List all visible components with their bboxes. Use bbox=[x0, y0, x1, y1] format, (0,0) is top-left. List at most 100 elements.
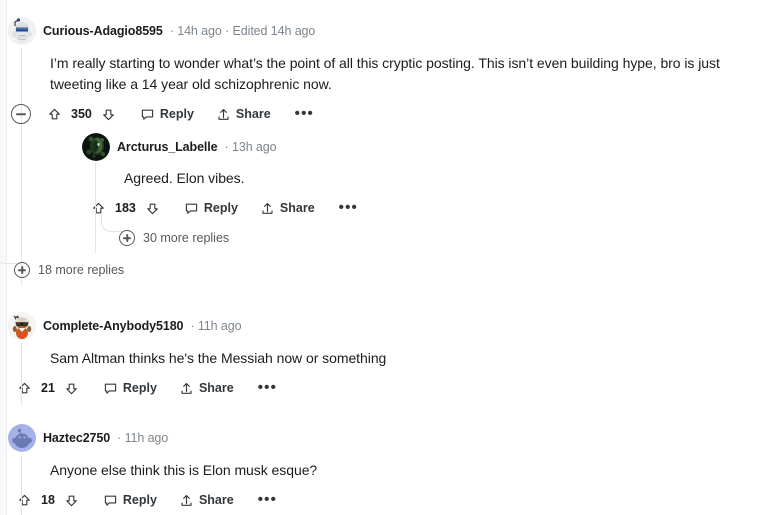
reply-button[interactable]: Reply bbox=[97, 489, 163, 512]
comment-timestamp: 11h ago bbox=[124, 431, 169, 445]
astronaut-snoo-avatar[interactable] bbox=[8, 17, 36, 45]
comment-meta: · 11h ago bbox=[190, 319, 241, 333]
comment-timestamp: 14h ago bbox=[177, 24, 222, 38]
thread-line[interactable] bbox=[21, 455, 22, 515]
vote-score: 21 bbox=[41, 381, 55, 395]
collapse-minus-icon[interactable] bbox=[11, 104, 31, 124]
nested-reply-container: Arcturus_Labelle · 13h ago Agreed. Elon … bbox=[50, 131, 774, 253]
more-replies-row[interactable]: 18 more replies bbox=[0, 255, 774, 285]
meta-separator-2: · bbox=[225, 24, 230, 38]
comment-header: Complete-Anybody5180 · 11h ago bbox=[8, 309, 774, 343]
comment-author[interactable]: Complete-Anybody5180 bbox=[43, 319, 184, 333]
thread-elbow-connector bbox=[0, 246, 17, 264]
comment-meta: · 14h ago · Edited 14h ago bbox=[169, 24, 316, 38]
downvote-arrow-icon[interactable] bbox=[98, 103, 120, 125]
expand-plus-icon[interactable] bbox=[14, 262, 30, 278]
comment-meta: · 11h ago bbox=[117, 431, 168, 445]
reply-body: Agreed. Elon vibes. 183 Reply Share ••• … bbox=[82, 163, 774, 253]
meta-separator: · bbox=[190, 319, 195, 333]
downvote-arrow-icon[interactable] bbox=[61, 489, 83, 511]
expand-plus-icon[interactable] bbox=[119, 230, 135, 246]
reply-author[interactable]: Arcturus_Labelle bbox=[117, 140, 218, 154]
upvote-arrow-icon[interactable] bbox=[13, 489, 35, 511]
share-arrow-icon bbox=[179, 381, 194, 396]
reply-label: Reply bbox=[159, 107, 194, 121]
vote-group: 183 bbox=[87, 197, 164, 219]
share-button[interactable]: Share bbox=[254, 197, 321, 220]
more-replies-label: 18 more replies bbox=[38, 263, 125, 277]
overflow-dots-icon[interactable]: ••• bbox=[331, 200, 366, 215]
reply-button[interactable]: Reply bbox=[178, 197, 244, 220]
vote-group: 350 bbox=[43, 103, 120, 125]
share-arrow-icon bbox=[179, 493, 194, 508]
comment-body: Anyone else think this is Elon musk esqu… bbox=[8, 455, 774, 515]
meta-separator: · bbox=[224, 140, 229, 154]
thread-line-nested[interactable] bbox=[95, 163, 96, 253]
overflow-dots-icon[interactable]: ••• bbox=[250, 492, 285, 507]
comment-bubble-icon bbox=[140, 107, 155, 122]
comment-thread-item: Haztec2750 · 11h ago Anyone else think t… bbox=[8, 405, 774, 515]
more-replies-label: 30 more replies bbox=[143, 231, 230, 245]
overflow-dots-icon[interactable]: ••• bbox=[287, 106, 322, 121]
vote-group: 18 bbox=[13, 489, 83, 511]
meta-separator: · bbox=[169, 24, 174, 38]
downvote-arrow-icon[interactable] bbox=[142, 197, 164, 219]
overflow-dots-icon[interactable]: ••• bbox=[250, 380, 285, 395]
default-snoo-avatar[interactable] bbox=[8, 424, 36, 452]
vote-score: 183 bbox=[115, 201, 136, 215]
comment-action-bar: 18 Reply Share ••• bbox=[13, 483, 774, 515]
thread-elbow-connector bbox=[101, 214, 123, 232]
reply-header: Arcturus_Labelle · 13h ago bbox=[82, 131, 774, 163]
comment-text: Anyone else think this is Elon musk esqu… bbox=[50, 462, 318, 478]
share-button[interactable]: Share bbox=[210, 103, 277, 126]
reply-action-bar: 183 Reply Share ••• bbox=[87, 191, 774, 225]
share-label: Share bbox=[198, 381, 234, 395]
sunglasses-snoo-avatar[interactable] bbox=[8, 312, 36, 340]
comment-header: Haztec2750 · 11h ago bbox=[8, 421, 774, 455]
reply-button[interactable]: Reply bbox=[134, 103, 200, 126]
comment-timestamp: 11h ago bbox=[197, 319, 242, 333]
downvote-arrow-icon[interactable] bbox=[61, 377, 83, 399]
reply-timestamp: 13h ago bbox=[231, 140, 277, 154]
thread-line[interactable] bbox=[21, 343, 22, 405]
comment-thread-item: Complete-Anybody5180 · 11h ago Sam Altma… bbox=[8, 285, 774, 405]
upvote-arrow-icon[interactable] bbox=[13, 377, 35, 399]
share-label: Share bbox=[198, 493, 234, 507]
comment-action-bar: 21 Reply Share ••• bbox=[13, 371, 774, 405]
dark-portrait-avatar[interactable] bbox=[82, 133, 110, 161]
comment-text: Sam Altman thinks he's the Messiah now o… bbox=[50, 350, 387, 366]
comment-body: Sam Altman thinks he's the Messiah now o… bbox=[8, 343, 774, 405]
comment-thread-item: Curious-Adagio8595 · 14h ago · Edited 14… bbox=[0, 0, 774, 285]
share-button[interactable]: Share bbox=[173, 489, 240, 512]
vote-group: 21 bbox=[13, 377, 83, 399]
upvote-arrow-icon[interactable] bbox=[43, 103, 65, 125]
vote-score: 350 bbox=[71, 107, 92, 121]
share-label: Share bbox=[235, 107, 271, 121]
comment-body: I’m really starting to wonder what’s the… bbox=[0, 48, 774, 285]
share-button[interactable]: Share bbox=[173, 377, 240, 400]
reply-label: Reply bbox=[203, 201, 238, 215]
comment-action-bar: 350 Reply Share ••• bbox=[8, 97, 774, 131]
share-arrow-icon bbox=[260, 201, 275, 216]
comment-bubble-icon bbox=[184, 201, 199, 216]
more-replies-row[interactable]: 30 more replies bbox=[101, 214, 774, 253]
comment-author[interactable]: Curious-Adagio8595 bbox=[43, 24, 163, 38]
reply-text: Agreed. Elon vibes. bbox=[124, 170, 245, 186]
reply-label: Reply bbox=[122, 381, 157, 395]
comment-thread-page: Curious-Adagio8595 · 14h ago · Edited 14… bbox=[0, 0, 774, 515]
comment-bubble-icon bbox=[103, 493, 118, 508]
comment-author[interactable]: Haztec2750 bbox=[43, 431, 110, 445]
share-label: Share bbox=[279, 201, 315, 215]
comment-thread-list: Curious-Adagio8595 · 14h ago · Edited 14… bbox=[0, 0, 774, 515]
comment-text: I’m really starting to wonder what’s the… bbox=[50, 55, 720, 92]
comment-header: Curious-Adagio8595 · 14h ago · Edited 14… bbox=[8, 14, 774, 48]
thread-line[interactable] bbox=[21, 48, 22, 285]
meta-separator: · bbox=[117, 431, 122, 445]
vote-score: 18 bbox=[41, 493, 55, 507]
reply-button[interactable]: Reply bbox=[97, 377, 163, 400]
reply-meta: · 13h ago bbox=[225, 140, 277, 154]
share-arrow-icon bbox=[216, 107, 231, 122]
comment-edited-label: Edited 14h ago bbox=[232, 24, 316, 38]
comment-bubble-icon bbox=[103, 381, 118, 396]
reply-label: Reply bbox=[122, 493, 157, 507]
